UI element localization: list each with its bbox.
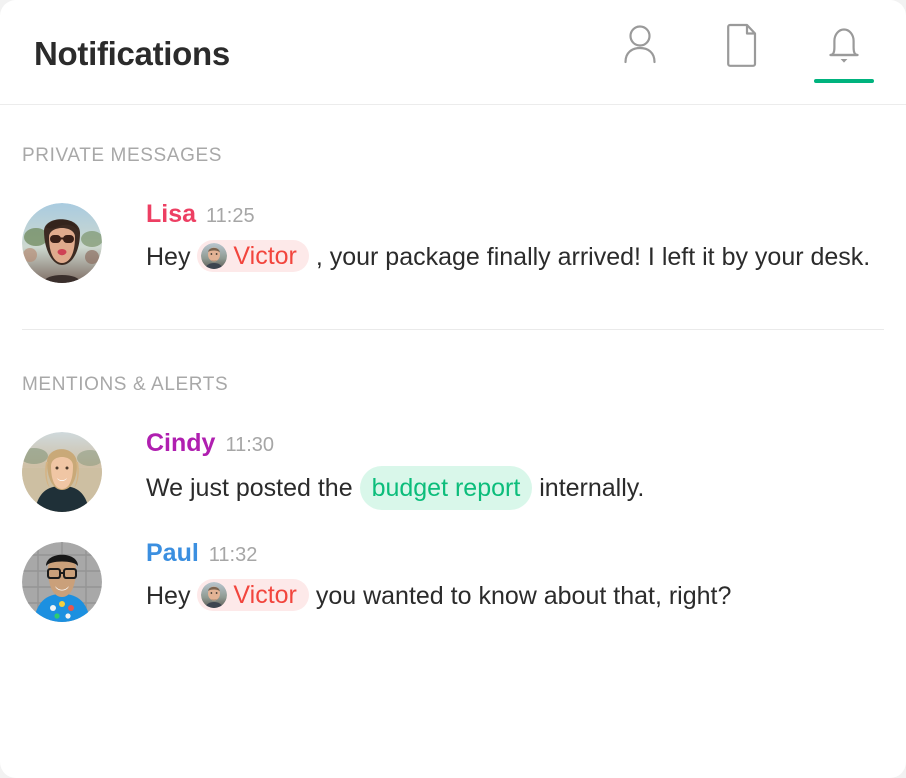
section-heading-mentions-alerts: MENTIONS & ALERTS (0, 330, 906, 396)
cindy-avatar (22, 432, 102, 512)
notification-meta: Cindy 11:30 (146, 430, 884, 458)
message-text-before: Hey (146, 582, 190, 610)
message-text: Hey (146, 237, 884, 278)
timestamp: 11:30 (225, 434, 274, 457)
page-title: Notifications (34, 37, 230, 70)
notification-item-lisa[interactable]: Lisa 11:25 Hey (0, 167, 906, 283)
sender-name[interactable]: Cindy (146, 430, 215, 458)
victor-mini-avatar (201, 243, 227, 269)
sender-name[interactable]: Lisa (146, 201, 196, 229)
mention-pill-victor[interactable]: Victor (197, 579, 308, 611)
message-text-before: We just posted the (146, 474, 353, 502)
message-text: Hey (146, 576, 884, 617)
sender-name[interactable]: Paul (146, 540, 199, 568)
profile-icon (619, 21, 661, 69)
active-tab-underline (814, 79, 874, 83)
notification-body: Lisa 11:25 Hey (102, 199, 884, 283)
paul-avatar (22, 542, 102, 622)
message-text-before: Hey (146, 243, 190, 271)
lisa-avatar (22, 203, 102, 283)
notification-body: Cindy 11:30 We just posted the budget re… (102, 428, 884, 512)
mention-pill-victor[interactable]: Victor (197, 240, 308, 272)
document-icon (721, 21, 763, 69)
message-text-after: you wanted to know about that, right? (316, 582, 732, 610)
section-heading-private-messages: PRIVATE MESSAGES (0, 105, 906, 167)
message-text: We just posted the budget report interna… (146, 466, 884, 511)
notification-body: Paul 11:32 Hey (102, 538, 884, 622)
timestamp: 11:25 (206, 205, 255, 228)
link-pill-budget-report[interactable]: budget report (360, 466, 533, 511)
app-header: Notifications (0, 0, 906, 105)
notifications-card: Notifications (0, 0, 906, 778)
timestamp: 11:32 (209, 544, 258, 567)
mention-name: Victor (233, 241, 296, 271)
profile-tab-button[interactable] (610, 21, 670, 83)
notifications-tab-button[interactable] (814, 21, 874, 83)
notification-item-paul[interactable]: Paul 11:32 Hey (0, 512, 906, 622)
mention-name: Victor (233, 580, 296, 610)
documents-tab-button[interactable] (712, 21, 772, 83)
notification-meta: Paul 11:32 (146, 540, 884, 568)
notification-meta: Lisa 11:25 (146, 201, 884, 229)
victor-mini-avatar (201, 582, 227, 608)
message-text-after: internally. (539, 474, 644, 502)
notifications-list: PRIVATE MESSAGES (0, 105, 906, 622)
header-icon-group (610, 21, 874, 83)
notification-item-cindy[interactable]: Cindy 11:30 We just posted the budget re… (0, 396, 906, 512)
message-text-after: , your package finally arrived! I left i… (316, 243, 870, 271)
bell-icon (821, 21, 867, 69)
